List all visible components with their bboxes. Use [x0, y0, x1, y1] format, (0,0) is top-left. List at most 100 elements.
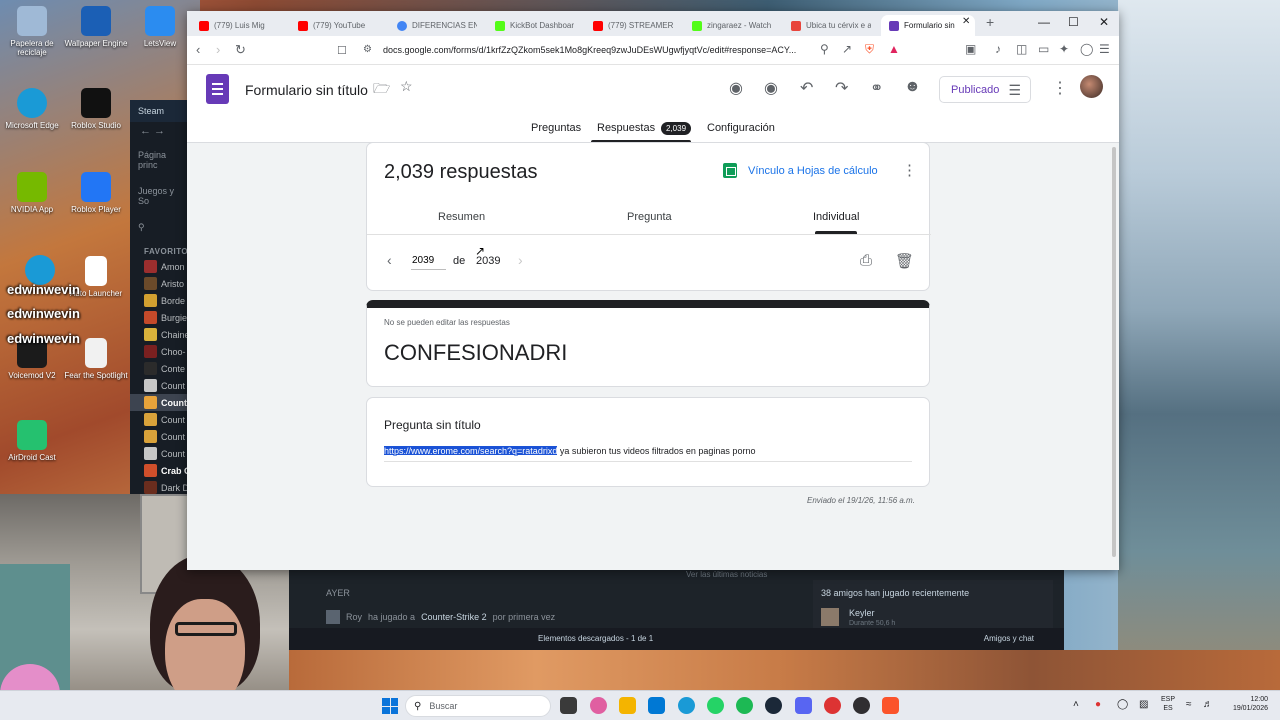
desktop-icon-roblox-player[interactable]: Roblox Player	[61, 172, 131, 214]
brave-shield-icon[interactable]: ⛨	[865, 42, 874, 57]
scrollbar[interactable]	[1109, 143, 1119, 570]
desktop-icon-wallpaper-engine[interactable]: Wallpaper Engine	[61, 6, 131, 48]
delete-icon[interactable]: 🗑	[895, 252, 914, 270]
browser-tab[interactable]: (779) YouTube	[290, 15, 378, 36]
palette-icon[interactable]: ◉	[729, 78, 743, 98]
tab-settings[interactable]: Configuración	[707, 122, 775, 134]
steam-game-item[interactable]: Conte	[130, 360, 190, 377]
tab-questions[interactable]: Preguntas	[531, 122, 581, 134]
wallet-icon[interactable]: ▭	[1038, 42, 1049, 56]
brave-icon[interactable]	[882, 697, 899, 714]
print-icon[interactable]: ⎙	[860, 252, 872, 269]
avatar[interactable]	[1080, 75, 1103, 98]
downloads-status[interactable]: Elementos descargados - 1 de 1	[538, 634, 653, 643]
desktop-icon-letsview[interactable]: LetsView	[125, 6, 195, 48]
share-icon[interactable]: ↗	[842, 42, 852, 56]
zoom-icon[interactable]: ⚲	[820, 42, 829, 56]
reload-icon[interactable]: ↻	[235, 42, 246, 58]
activity-item[interactable]: Roy ha jugado a Counter-Strike 2 por pri…	[326, 610, 555, 624]
news-link[interactable]: Ver las últimas noticias	[686, 570, 767, 579]
steam-game-item[interactable]: Amon	[130, 258, 190, 275]
previous-response-icon[interactable]: ‹	[387, 252, 392, 268]
obs-icon[interactable]	[853, 697, 870, 714]
friends-chat-button[interactable]: Amigos y chat	[984, 634, 1034, 643]
desktop-icon-recycle-bin[interactable]: Papelera de reciclaje	[0, 6, 67, 57]
sidebar-icon[interactable]: ◫	[1016, 42, 1027, 56]
steam-game-item-selected[interactable]: Count	[130, 394, 190, 411]
publish-button[interactable]: Publicado ☰	[939, 76, 1031, 103]
site-info-icon[interactable]: ⚙	[363, 44, 372, 55]
more-options-icon[interactable]: ⋮	[1052, 78, 1068, 98]
folder-icon[interactable]: 🗁	[373, 78, 390, 102]
link-icon[interactable]: ⚭	[870, 78, 883, 98]
edge-icon[interactable]	[678, 697, 695, 714]
browser-tab-active[interactable]: Formulario sin	[881, 15, 975, 36]
rewards-icon[interactable]: ▲	[888, 42, 900, 56]
vpn-icon[interactable]: ◯	[1080, 42, 1093, 56]
back-icon[interactable]: ‹	[196, 42, 200, 57]
steam-icon[interactable]	[765, 697, 782, 714]
maximize-icon[interactable]: ☐	[1068, 15, 1079, 29]
ai-icon[interactable]: ✦	[1059, 42, 1069, 56]
tray-app-icon[interactable]: ◯	[1117, 699, 1128, 710]
steam-window[interactable]: Steam ← → Página princ Juegos y So ⚲ FAV…	[130, 100, 190, 495]
copilot-icon[interactable]	[590, 697, 607, 714]
language-indicator[interactable]: ESP ES	[1161, 695, 1175, 713]
tray-app-icon[interactable]: ▨	[1139, 699, 1148, 710]
close-tab-icon[interactable]: ✕	[962, 16, 970, 27]
add-collaborator-icon[interactable]: ☻	[904, 78, 921, 96]
taskbar-search[interactable]: ⚲ Buscar	[405, 695, 551, 717]
activity-game[interactable]: Counter-Strike 2	[421, 612, 487, 622]
steam-game-item[interactable]: Aristo	[130, 275, 190, 292]
wifi-icon[interactable]: ≈	[1186, 699, 1192, 710]
redo-icon[interactable]: ↷	[835, 78, 848, 98]
minimize-icon[interactable]: —	[1038, 15, 1050, 29]
tab-responses[interactable]: Respuestas	[597, 122, 655, 134]
undo-icon[interactable]: ↶	[800, 78, 813, 98]
show-hidden-icons[interactable]: ˄	[1073, 699, 1079, 710]
browser-tab[interactable]: DIFERENCIAS ENT	[389, 15, 477, 36]
steam-game-item[interactable]: Count	[130, 428, 190, 445]
extension-icon[interactable]: ▣	[965, 42, 976, 56]
file-explorer-icon[interactable]	[560, 697, 577, 714]
steam-game-item[interactable]: Chaine	[130, 326, 190, 343]
steam-game-item[interactable]: Crab G	[130, 462, 190, 479]
spotify-icon[interactable]	[736, 697, 753, 714]
store-icon[interactable]	[648, 697, 665, 714]
friend-name[interactable]: Keyler	[849, 608, 875, 618]
browser-window[interactable]: (779) Luis Mig (779) YouTube DIFERENCIAS…	[187, 11, 1119, 570]
steam-nav-arrows[interactable]: ← →	[130, 122, 190, 142]
folder-icon[interactable]	[619, 697, 636, 714]
url-field[interactable]: docs.google.com/forms/d/1krfZzQZkom5sek1…	[383, 45, 813, 55]
steam-game-item[interactable]: Count	[130, 411, 190, 428]
whatsapp-icon[interactable]	[707, 697, 724, 714]
subtab-summary[interactable]: Resumen	[438, 211, 485, 223]
windows-start-icon[interactable]	[382, 698, 398, 714]
google-forms-icon[interactable]	[206, 74, 229, 104]
browser-tab[interactable]: (779) STREAMERS	[585, 15, 673, 36]
star-icon[interactable]: ☆	[400, 78, 413, 95]
search-icon[interactable]: ⚲	[130, 214, 190, 241]
desktop-icon-roblox-studio[interactable]: Roblox Studio	[61, 88, 131, 130]
bookmark-icon[interactable]: ☐	[337, 44, 347, 57]
steam-filter-label[interactable]: Juegos y So	[130, 178, 190, 214]
close-window-icon[interactable]: ✕	[1099, 15, 1109, 29]
desktop-icon-airdroid-cast[interactable]: AirDroid Cast	[0, 420, 67, 462]
discord-icon[interactable]	[795, 697, 812, 714]
answer-text[interactable]: https://www.erome.com/search?q=ratadrixd…	[384, 446, 912, 462]
new-tab-icon[interactable]: +	[986, 14, 994, 30]
form-title[interactable]: Formulario sin título	[245, 82, 368, 98]
steam-game-item[interactable]: Borde	[130, 292, 190, 309]
steam-game-item[interactable]: Count	[130, 445, 190, 462]
preview-eye-icon[interactable]: ◉	[764, 78, 778, 98]
more-options-icon[interactable]: ⋮	[902, 161, 917, 179]
menu-icon[interactable]: ☰	[1099, 42, 1110, 56]
volume-icon[interactable]: ♬	[1203, 699, 1213, 710]
browser-tab[interactable]: (779) Luis Mig	[191, 15, 279, 36]
steam-game-item[interactable]: Count	[130, 377, 190, 394]
desktop-icon-edge[interactable]: Microsoft Edge	[0, 88, 67, 130]
clock[interactable]: 12:00 19/01/2026	[1222, 695, 1268, 713]
link-to-sheets[interactable]: Vínculo a Hojas de cálculo	[723, 163, 878, 178]
browser-tab[interactable]: zingaraez - Watch	[684, 15, 772, 36]
next-response-icon[interactable]: ›	[518, 252, 523, 268]
